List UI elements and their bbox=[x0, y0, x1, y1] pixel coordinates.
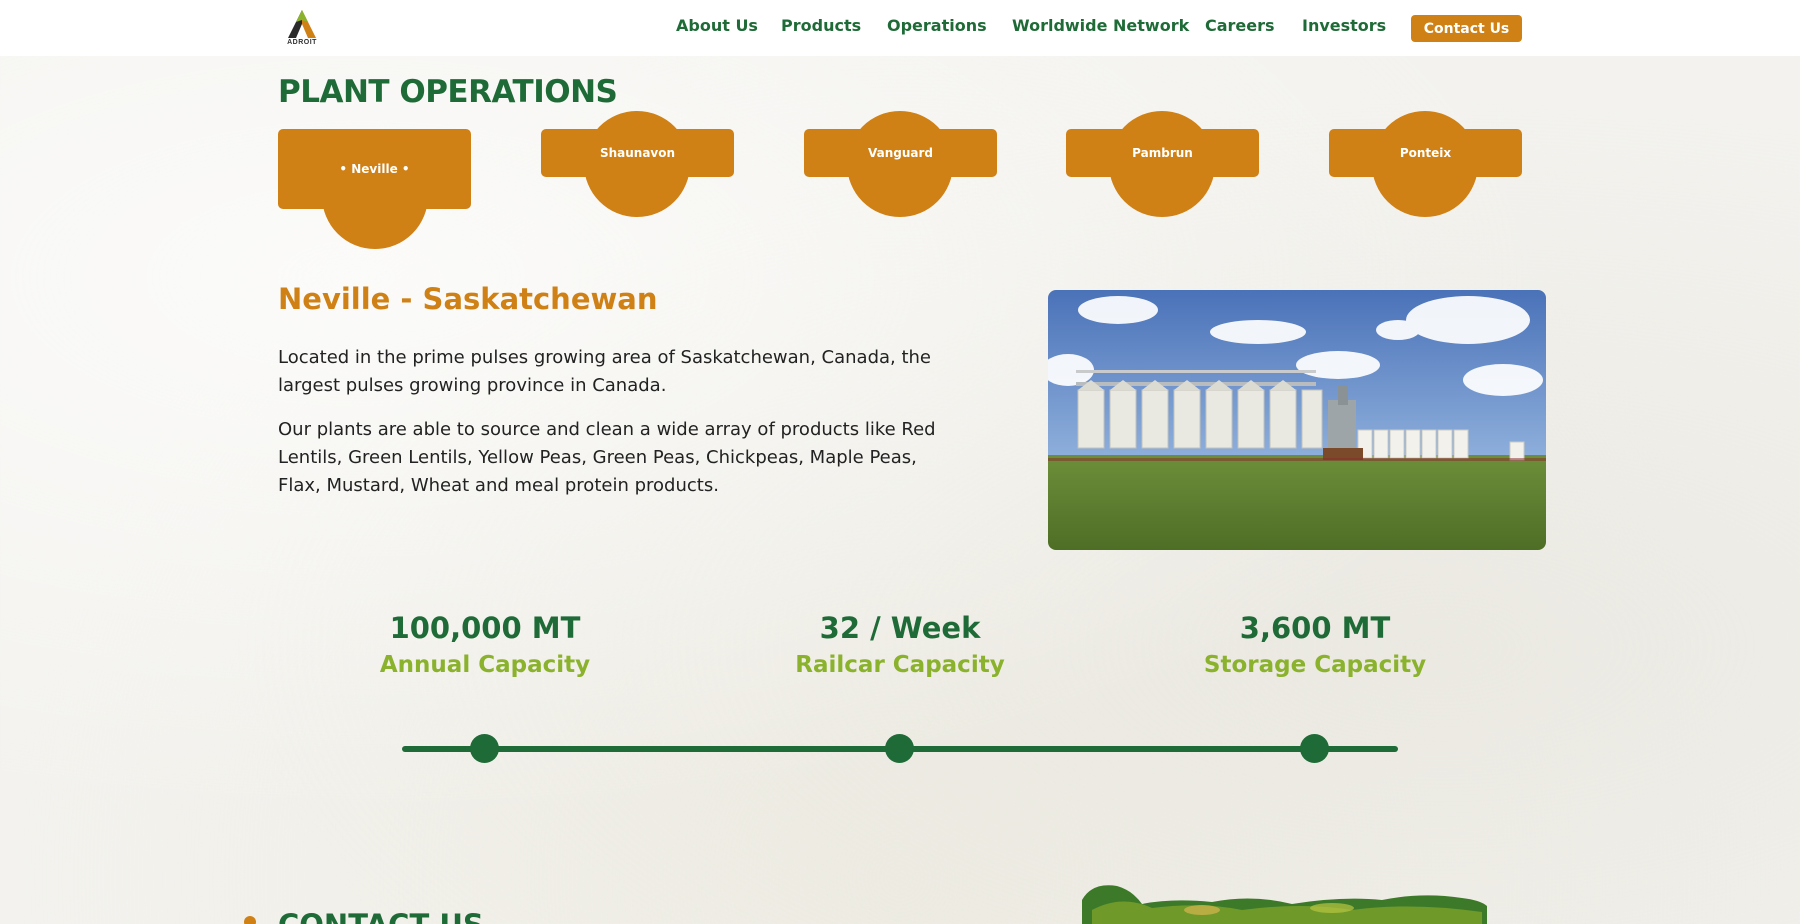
farmland-hill-image bbox=[1082, 885, 1487, 924]
timeline-dot-annual[interactable] bbox=[470, 734, 499, 763]
plant-title: Neville - Saskatchewan bbox=[278, 282, 658, 316]
contact-us-heading: CONTACT US bbox=[278, 908, 484, 924]
timeline-dot-railcar[interactable] bbox=[885, 734, 914, 763]
grain-elevator-image bbox=[1048, 290, 1546, 550]
nav-operations[interactable]: Operations bbox=[887, 16, 987, 35]
tab-neville-label: • Neville • bbox=[339, 162, 410, 176]
tab-pambrun[interactable]: Pambrun bbox=[1066, 111, 1259, 217]
contact-bullet-icon bbox=[244, 916, 256, 924]
nav-worldwide-network[interactable]: Worldwide Network bbox=[1012, 16, 1189, 35]
storage-capacity-label: Storage Capacity bbox=[1203, 652, 1427, 678]
tab-pambrun-label: Pambrun bbox=[1132, 146, 1193, 160]
tab-ponteix-label: Ponteix bbox=[1399, 146, 1452, 160]
nav-investors[interactable]: Investors bbox=[1302, 16, 1386, 35]
tab-shaunavon-label: Shaunavon bbox=[599, 146, 676, 160]
nav-careers[interactable]: Careers bbox=[1205, 16, 1275, 35]
tab-ponteix[interactable]: Ponteix bbox=[1329, 111, 1522, 217]
contact-us-button[interactable]: Contact Us bbox=[1411, 15, 1522, 42]
tab-neville-box: • Neville • bbox=[278, 129, 471, 209]
tab-pambrun-box: Pambrun bbox=[1066, 129, 1259, 177]
tab-shaunavon-box: Shaunavon bbox=[541, 129, 734, 177]
logo-wordmark: ADROIT bbox=[287, 39, 317, 46]
plant-description: Located in the prime pulses growing area… bbox=[278, 347, 932, 396]
tab-vanguard[interactable]: Vanguard bbox=[804, 111, 997, 217]
tab-ponteix-box: Ponteix bbox=[1329, 129, 1522, 177]
section-title: PLANT OPERATIONS bbox=[278, 74, 618, 110]
tab-neville[interactable]: • Neville • bbox=[278, 129, 471, 249]
nav-about-us[interactable]: About Us bbox=[676, 16, 758, 35]
railcar-capacity-value: 32 / Week bbox=[819, 611, 981, 645]
site-header: ADROIT About Us Products Operations Worl… bbox=[0, 0, 1800, 56]
tab-shaunavon[interactable]: Shaunavon bbox=[541, 111, 734, 217]
tab-vanguard-label: Vanguard bbox=[867, 146, 933, 160]
logo-mark-icon bbox=[288, 10, 316, 38]
nav-products[interactable]: Products bbox=[781, 16, 861, 35]
tab-vanguard-box: Vanguard bbox=[804, 129, 997, 177]
plant-products-description: Our plants are able to source and clean … bbox=[278, 419, 936, 496]
railcar-capacity-label: Railcar Capacity bbox=[795, 652, 1005, 678]
storage-capacity-value: 3,600 MT bbox=[1239, 611, 1391, 645]
annual-capacity-label: Annual Capacity bbox=[379, 652, 591, 678]
timeline-dot-storage[interactable] bbox=[1300, 734, 1329, 763]
plant-photo bbox=[1048, 290, 1546, 550]
annual-capacity-value: 100,000 MT bbox=[389, 611, 581, 645]
adroit-logo[interactable]: ADROIT bbox=[278, 8, 326, 48]
